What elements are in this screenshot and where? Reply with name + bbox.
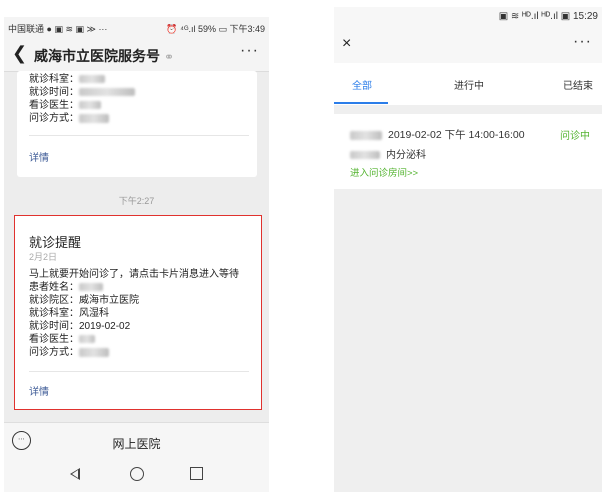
redacted-value: [79, 347, 109, 357]
official-account-menu-bar: ⋯ 网上医院: [4, 422, 269, 463]
system-back-icon[interactable]: [70, 468, 80, 480]
consultation-datetime-row: 2019-02-02 下午 14:00-16:00: [350, 127, 525, 142]
reminder-line: 就诊院区：威海市立医院: [29, 295, 139, 306]
reminder-date: 2月2日: [29, 252, 58, 262]
line-label: 问诊方式：: [29, 113, 79, 124]
line-label: 就诊科室：: [29, 74, 79, 85]
card-line: 问诊方式：: [29, 112, 135, 125]
redacted-value: [79, 88, 135, 97]
line-label: 看诊医生：: [29, 334, 79, 345]
detail-link[interactable]: 详情: [29, 149, 49, 164]
reminder-line: 就诊科室：风湿科: [29, 308, 109, 319]
chat-navbar: ❮ 威海市立医院服务号 ⚭ ···: [4, 37, 269, 72]
left-phone-screen: 中国联通 ● ▣ ≋ ▣ ≫ ··· ⏰ ⁴ᴳ.ıl 59% ▭ 下午3:49 …: [4, 17, 269, 492]
redacted-value: [79, 335, 95, 344]
redacted-value: [79, 283, 103, 292]
consultation-department-row: 内分泌科: [350, 146, 426, 161]
back-chevron-icon[interactable]: ❮: [12, 43, 27, 64]
reminder-line: 问诊方式：: [29, 346, 239, 359]
reminder-line: 患者姓名：: [29, 281, 239, 294]
more-options-icon[interactable]: ···: [573, 33, 592, 51]
reminder-line: 马上就要开始问诊了，请点击卡片消息进入等待: [29, 269, 239, 280]
card-line: 就诊时间：: [29, 86, 135, 99]
status-right: ⏰ ⁴ᴳ.ıl 59% ▭ 下午3:49: [166, 24, 265, 34]
status-right: ▣ ≋ ᴴᴰ.ıl ᴴᴰ.ıl ▣ 15:29: [498, 11, 598, 22]
reminder-title: 就诊提醒: [29, 235, 82, 250]
department-label: 内分泌科: [386, 150, 426, 161]
right-status-bar: ▣ ≋ ᴴᴰ.ıl ᴴᴰ.ıl ▣ 15:29: [334, 7, 602, 27]
card-divider: [29, 371, 249, 372]
card-divider: [29, 135, 249, 136]
active-tab-indicator: [334, 102, 388, 104]
previous-message-card[interactable]: 就诊科室： 就诊时间： 看诊医生： 问诊方式： 详情: [17, 71, 257, 177]
status-left: 中国联通 ● ▣ ≋ ▣ ≫ ···: [8, 22, 107, 35]
more-options-icon[interactable]: ···: [240, 42, 259, 60]
page-header: × ···: [334, 27, 602, 63]
message-timestamp: 下午2:27: [118, 196, 155, 206]
chat-title: 威海市立医院服务号 ⚭: [34, 46, 174, 66]
carrier-label: 中国联通: [8, 24, 45, 34]
right-phone-screen: ▣ ≋ ᴴᴰ.ıl ᴴᴰ.ıl ▣ 15:29 × ··· 全部 进行中 已结束…: [334, 7, 602, 492]
line-label: 看诊医生：: [29, 100, 79, 111]
visit-reminder-card[interactable]: 就诊提醒 2月2日 马上就要开始问诊了，请点击卡片消息进入等待 患者姓名： 就诊…: [14, 215, 262, 410]
reminder-line: 看诊医生：: [29, 333, 239, 346]
redacted-value: [79, 101, 101, 110]
left-status-bar: 中国联通 ● ▣ ≋ ▣ ≫ ··· ⏰ ⁴ᴳ.ıl 59% ▭ 下午3:49: [4, 17, 269, 37]
reminder-line: 就诊时间：2019-02-02: [29, 321, 131, 332]
system-navigation-bar: [4, 463, 269, 492]
redacted-name: [350, 130, 382, 140]
card-line: 就诊科室：: [29, 73, 135, 86]
status-badge: 问诊中: [560, 131, 590, 142]
system-recents-icon[interactable]: [190, 467, 203, 480]
redacted-value: [79, 113, 109, 123]
system-home-icon[interactable]: [130, 467, 144, 481]
enter-room-link[interactable]: 进入问诊房间>>: [350, 165, 418, 179]
notification-icons: ● ▣ ≋ ▣ ≫ ···: [46, 24, 108, 34]
card-line: 看诊医生：: [29, 99, 135, 112]
consultation-tabs: 全部 进行中 已结束: [334, 63, 602, 105]
chat-title-text: 威海市立医院服务号: [34, 48, 160, 64]
detail-link[interactable]: 详情: [29, 383, 49, 398]
redacted-value: [79, 75, 105, 84]
close-icon[interactable]: ×: [342, 35, 351, 53]
tab-in-progress[interactable]: 进行中: [454, 77, 484, 92]
line-label: 问诊方式：: [29, 347, 79, 358]
redacted-doctor: [350, 151, 380, 160]
consultation-datetime: 2019-02-02 下午 14:00-16:00: [388, 129, 525, 141]
line-label: 患者姓名：: [29, 282, 79, 293]
tab-all[interactable]: 全部: [352, 77, 372, 92]
menu-online-hospital[interactable]: 网上医院: [4, 435, 269, 452]
tab-finished[interactable]: 已结束: [563, 77, 593, 92]
consultation-item[interactable]: 2019-02-02 下午 14:00-16:00 问诊中 内分泌科 进入问诊房…: [334, 114, 602, 189]
line-label: 就诊时间：: [29, 87, 79, 98]
profile-icon[interactable]: ⚭: [164, 50, 174, 64]
